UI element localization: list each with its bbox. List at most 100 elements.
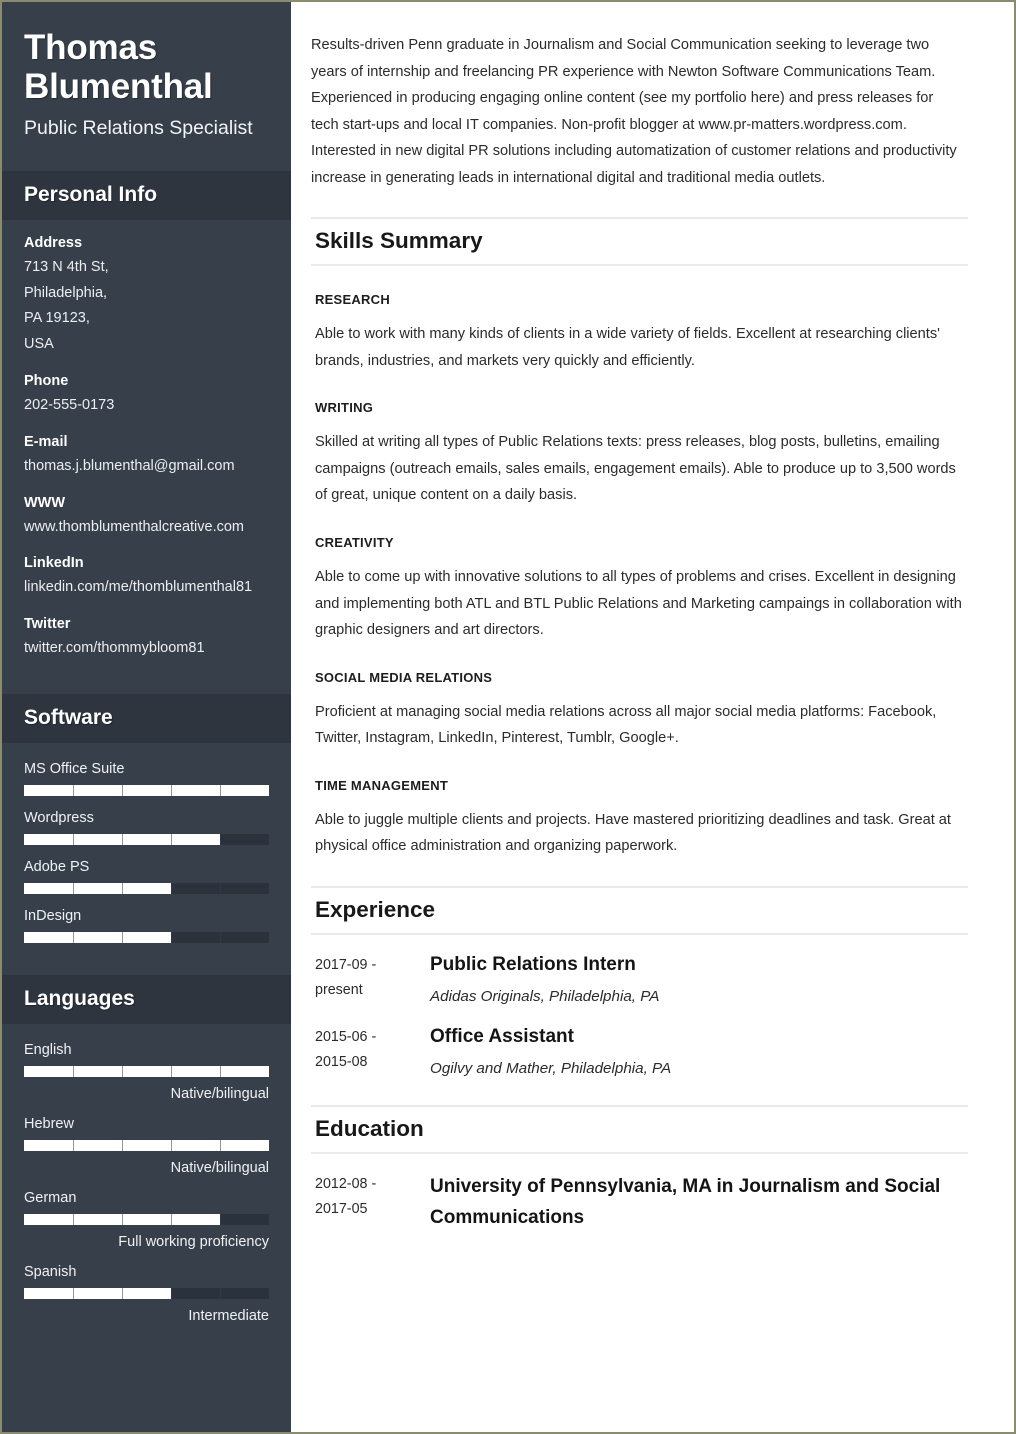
language-skill-progress-bar (24, 1065, 269, 1077)
language-skill-label: Hebrew (24, 1115, 74, 1132)
progress-bar-ticks (24, 1065, 269, 1077)
language-skill-list: English Native/bilingual Hebrew Native/bili… (2, 1024, 291, 1324)
date-end: present (315, 982, 363, 999)
personal-info-value-line: thomas.j.blumenthal@gmail.com (24, 457, 235, 474)
personal-info-label: Address (24, 234, 83, 251)
skill-description: Skilled at writing all types of Public R… (315, 434, 956, 504)
skill-description: Able to juggle multiple clients and proj… (315, 811, 951, 855)
experience-body: Office Assistant Ogilvy and Mather, Phila… (427, 1025, 968, 1079)
date-end: 2017-05 (315, 1201, 368, 1218)
job-title: Public Relations Specialist (24, 117, 253, 140)
progress-bar-ticks (24, 882, 269, 894)
main-content: Results-driven Penn graduate in Journali… (291, 2, 1014, 1432)
software-skill-label: Adobe PS (24, 858, 90, 875)
education-list: 2012-08 - 2017-05 University of Pennsylvan… (311, 1172, 968, 1234)
software-skill-label: MS Office Suite (24, 760, 125, 777)
name-block: Thomas Blumenthal Public Relations Speci… (2, 2, 291, 141)
software-skill-list: MS Office Suite Wordpress Adobe PS InDesign (2, 743, 291, 943)
skill-item: CREATIVITY Able to come up with innovativ… (311, 535, 968, 644)
job-role: Office Assistant (430, 1025, 574, 1047)
personal-info-item: Twitter twitter.com/thommybloom81 (24, 616, 269, 662)
job-role: Public Relations Intern (430, 953, 636, 975)
skill-name: TIME MANAGEMENT (315, 777, 449, 793)
language-proficiency-note: Full working proficiency (118, 1233, 269, 1250)
personal-info-item: Phone 202-555-0173 (24, 373, 269, 419)
personal-info-item: WWW www.thomblumenthalcreative.com (24, 495, 269, 541)
education-dates: 2012-08 - 2017-05 (315, 1172, 427, 1234)
job-organization: Adidas Originals, Philadelphia, PA (430, 987, 660, 1005)
software-skill-item: InDesign (24, 908, 269, 943)
personal-info-value-line: 713 N 4th St, (24, 258, 109, 275)
personal-info-value-line: Philadelphia, (24, 284, 108, 301)
personal-info-value: twitter.com/thommybloom81 (24, 636, 269, 662)
skill-name: RESEARCH (315, 292, 390, 308)
education-body: University of Pennsylvania, MA in Journa… (427, 1172, 968, 1234)
software-skill-progress-bar (24, 833, 269, 845)
language-skill-item: Spanish Intermediate (24, 1264, 269, 1324)
skill-description: Proficient at managing social media rela… (315, 703, 937, 747)
personal-info-value: www.thomblumenthalcreative.com (24, 515, 269, 541)
personal-info-label: WWW (24, 494, 66, 511)
section-heading-experience: Experience (311, 885, 968, 935)
skill-description: Able to work with many kinds of clients … (315, 326, 940, 369)
skill-name: SOCIAL MEDIA RELATIONS (315, 669, 493, 685)
language-skill-label: English (24, 1041, 72, 1058)
sidebar: Thomas Blumenthal Public Relations Speci… (2, 2, 291, 1432)
skill-name: CREATIVITY (315, 535, 394, 551)
personal-info-value-line: www.thomblumenthalcreative.com (24, 518, 245, 535)
experience-list: 2017-09 - present Public Relations Intern A… (311, 953, 968, 1079)
language-skill-item: English Native/bilingual (24, 1042, 269, 1102)
personal-info-value: linkedin.com/me/thomblumenthal81 (24, 575, 269, 601)
progress-bar-ticks (24, 1287, 269, 1299)
language-skill-progress-bar (24, 1139, 269, 1151)
personal-info-value: 713 N 4th St, Philadelphia, PA 19123, USA (24, 255, 269, 358)
section-heading-languages: Languages (2, 974, 291, 1024)
personal-info-label: Twitter (24, 616, 71, 633)
software-skill-label: Wordpress (24, 809, 94, 826)
personal-info-value: thomas.j.blumenthal@gmail.com (24, 454, 269, 480)
personal-info-value-line: twitter.com/thommybloom81 (24, 640, 205, 657)
personal-info-item: LinkedIn linkedin.com/me/thomblumenthal81 (24, 555, 269, 601)
section-heading-personal-info: Personal Info (2, 170, 291, 220)
language-skill-label: German (24, 1189, 77, 1206)
section-heading-education: Education (311, 1104, 968, 1154)
language-skill-item: German Full working proficiency (24, 1190, 269, 1250)
job-organization: Ogilvy and Mather, Philadelphia, PA (430, 1059, 672, 1077)
section-heading-software: Software (2, 693, 291, 743)
personal-info-item: Address 713 N 4th St, Philadelphia, PA 1912… (24, 235, 269, 358)
degree-title: University of Pennsylvania, MA in Journa… (430, 1175, 941, 1228)
personal-info-label: LinkedIn (24, 555, 84, 572)
language-proficiency-note: Intermediate (188, 1307, 269, 1324)
experience-body: Public Relations Intern Adidas Originals,… (427, 953, 968, 1007)
skill-item: SOCIAL MEDIA RELATIONS Proficient at mana… (311, 670, 968, 752)
professional-summary: Results-driven Penn graduate in Journali… (311, 37, 957, 186)
personal-info-value-line: PA 19123, (24, 310, 90, 327)
personal-info-value: 202-555-0173 (24, 393, 269, 419)
personal-info-label: E-mail (24, 433, 68, 450)
software-skill-item: Wordpress (24, 810, 269, 845)
date-end: 2015-08 (315, 1054, 368, 1071)
skill-name: WRITING (315, 400, 374, 416)
progress-bar-ticks (24, 833, 269, 845)
personal-info-value-line: linkedin.com/me/thomblumenthal81 (24, 579, 253, 596)
progress-bar-ticks (24, 784, 269, 796)
personal-info-list: Address 713 N 4th St, Philadelphia, PA 1912… (2, 235, 291, 662)
experience-dates: 2015-06 - 2015-08 (315, 1025, 427, 1079)
date-start: 2015-06 - (315, 1028, 377, 1045)
language-proficiency-note: Native/bilingual (170, 1159, 269, 1176)
software-skill-item: Adobe PS (24, 859, 269, 894)
language-skill-item: Hebrew Native/bilingual (24, 1116, 269, 1176)
skill-item: WRITING Skilled at writing all types of P… (311, 400, 968, 509)
personal-info-value-line: 202-555-0173 (24, 396, 115, 413)
software-skill-progress-bar (24, 882, 269, 894)
skills-list: RESEARCH Able to work with many kinds of … (311, 292, 968, 860)
software-skill-progress-bar (24, 784, 269, 796)
language-skill-progress-bar (24, 1287, 269, 1299)
resume-page: Thomas Blumenthal Public Relations Speci… (0, 0, 1016, 1434)
experience-entry: 2017-09 - present Public Relations Intern A… (311, 953, 968, 1007)
language-skill-progress-bar (24, 1213, 269, 1225)
software-skill-item: MS Office Suite (24, 761, 269, 796)
personal-info-label: Phone (24, 372, 69, 389)
progress-bar-ticks (24, 1213, 269, 1225)
education-entry: 2012-08 - 2017-05 University of Pennsylvan… (311, 1172, 968, 1234)
